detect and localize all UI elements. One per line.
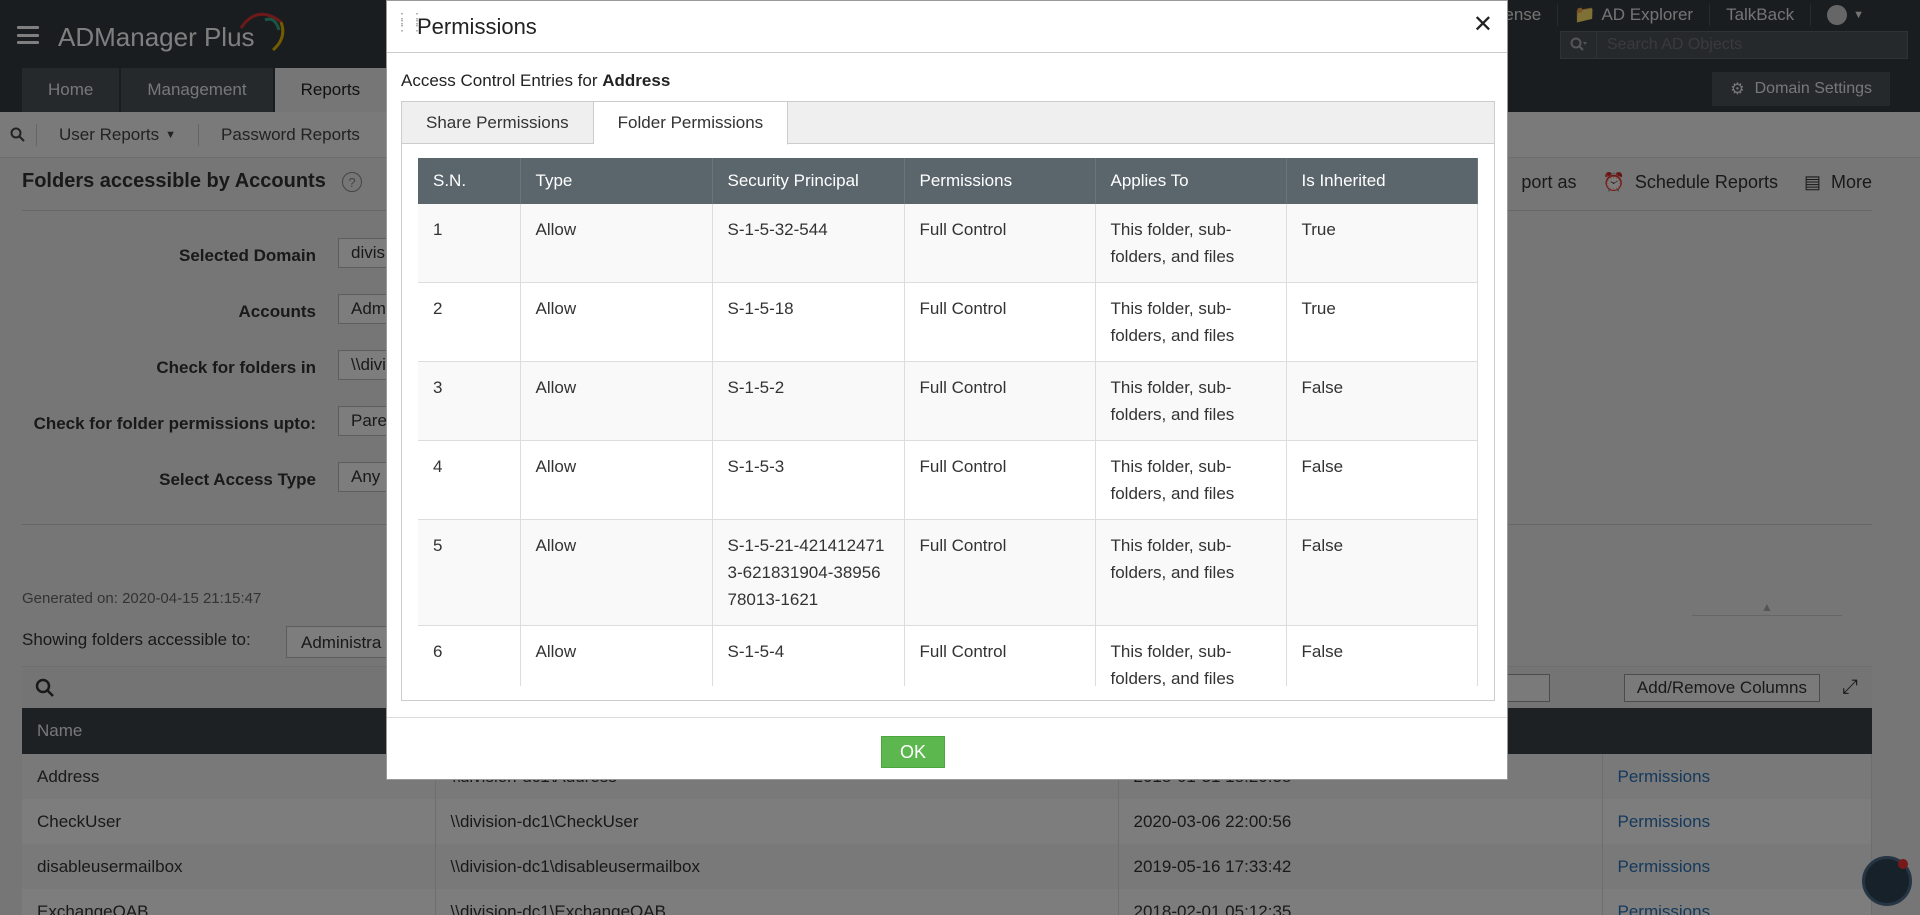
ace-caption: Access Control Entries for Address xyxy=(401,71,670,91)
ok-button[interactable]: OK xyxy=(881,736,945,768)
ace-inherited: True xyxy=(1286,204,1478,283)
ace-principal: S-1-5-21-4214124713-621831904-3895678013… xyxy=(712,519,905,626)
column-header-permissions: Permissions xyxy=(904,158,1096,204)
ace-type: Allow xyxy=(520,204,713,283)
column-header-sn: S.N. xyxy=(418,158,521,204)
ace-inherited: True xyxy=(1286,282,1478,362)
ace-table: S.N. Type Security Principal Permissions… xyxy=(418,158,1478,686)
ace-applies-to: This folder, sub-folders, and files xyxy=(1095,282,1287,362)
ace-inherited: False xyxy=(1286,440,1478,520)
ace-inherited: False xyxy=(1286,625,1478,686)
ace-principal: S-1-5-2 xyxy=(712,361,905,441)
table-row: 1 Allow S-1-5-32-544 Full Control This f… xyxy=(418,204,1478,283)
column-header-principal: Security Principal xyxy=(712,158,905,204)
ace-type: Allow xyxy=(520,519,713,626)
ace-sn: 4 xyxy=(418,440,521,520)
ace-permission: Full Control xyxy=(904,361,1096,441)
dialog-title: Permissions xyxy=(417,14,537,39)
table-row: 3 Allow S-1-5-2 Full Control This folder… xyxy=(418,361,1478,441)
ace-type: Allow xyxy=(520,440,713,520)
dialog-header: ⋮⋮ ⋮⋮ Permissions ✕ xyxy=(387,1,1507,53)
ace-principal: S-1-5-32-544 xyxy=(712,204,905,283)
ace-sn: 1 xyxy=(418,204,521,283)
column-header-inherited: Is Inherited xyxy=(1286,158,1478,204)
tab-share-permissions[interactable]: Share Permissions xyxy=(402,102,594,143)
ace-permission: Full Control xyxy=(904,519,1096,626)
ace-applies-to: This folder, sub-folders, and files xyxy=(1095,519,1287,626)
ace-applies-to: This folder, sub-folders, and files xyxy=(1095,440,1287,520)
table-row: 4 Allow S-1-5-3 Full Control This folder… xyxy=(418,440,1478,520)
table-row: 5 Allow S-1-5-21-4214124713-621831904-38… xyxy=(418,519,1478,626)
ace-type: Allow xyxy=(520,361,713,441)
ace-principal: S-1-5-3 xyxy=(712,440,905,520)
ace-principal: S-1-5-18 xyxy=(712,282,905,362)
table-row: 6 Allow S-1-5-4 Full Control This folder… xyxy=(418,625,1478,686)
ace-inherited: False xyxy=(1286,519,1478,626)
ace-applies-to: This folder, sub-folders, and files xyxy=(1095,204,1287,283)
permissions-tabs: Share Permissions Folder Permissions S.N… xyxy=(401,101,1495,701)
close-icon[interactable]: ✕ xyxy=(1473,13,1493,37)
ace-sn: 2 xyxy=(418,282,521,362)
ace-permission: Full Control xyxy=(904,204,1096,283)
dialog-footer: OK xyxy=(387,717,1507,780)
ace-permission: Full Control xyxy=(904,625,1096,686)
ace-applies-to: This folder, sub-folders, and files xyxy=(1095,625,1287,686)
ace-inherited: False xyxy=(1286,361,1478,441)
ace-permission: Full Control xyxy=(904,440,1096,520)
ace-prefix: Access Control Entries for xyxy=(401,71,598,90)
ace-type: Allow xyxy=(520,282,713,362)
ace-type: Allow xyxy=(520,625,713,686)
ace-applies-to: This folder, sub-folders, and files xyxy=(1095,361,1287,441)
ace-table-container[interactable]: S.N. Type Security Principal Permissions… xyxy=(418,158,1478,686)
ace-object: Address xyxy=(602,71,671,90)
tab-folder-permissions[interactable]: Folder Permissions xyxy=(593,102,789,145)
ace-permission: Full Control xyxy=(904,282,1096,362)
column-header-type: Type xyxy=(520,158,713,204)
table-row: 2 Allow S-1-5-18 Full Control This folde… xyxy=(418,282,1478,362)
ace-principal: S-1-5-4 xyxy=(712,625,905,686)
ace-sn: 6 xyxy=(418,625,521,686)
ace-sn: 3 xyxy=(418,361,521,441)
column-header-applies-to: Applies To xyxy=(1095,158,1287,204)
permissions-dialog: ⋮⋮ ⋮⋮ Permissions ✕ Access Control Entrie… xyxy=(386,0,1508,780)
ace-sn: 5 xyxy=(418,519,521,626)
